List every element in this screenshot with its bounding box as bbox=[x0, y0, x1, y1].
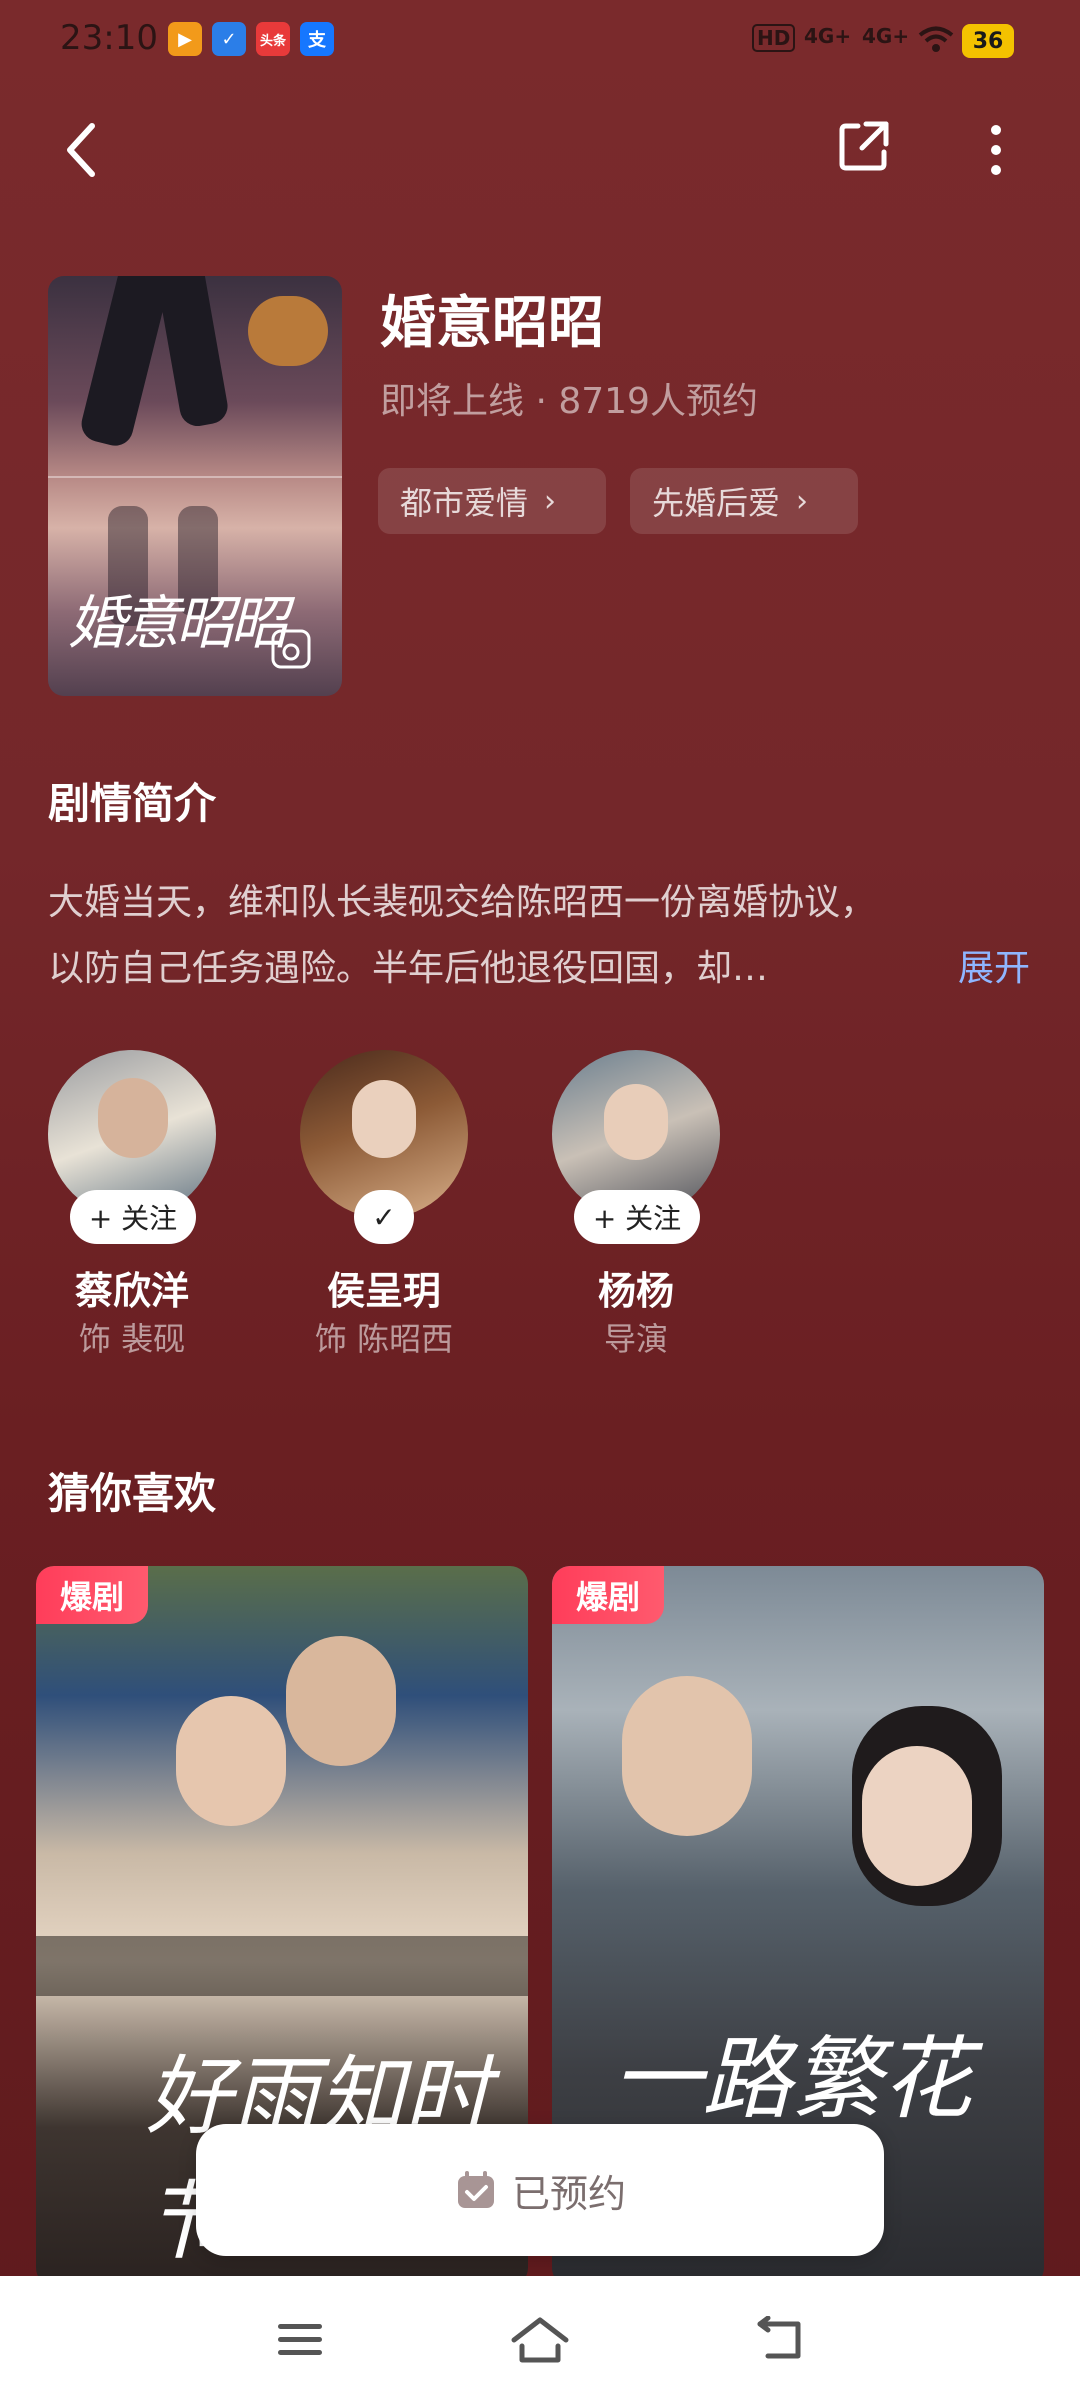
chevron-right-icon: › bbox=[544, 483, 557, 519]
cast-name: 蔡欣洋 bbox=[74, 1269, 189, 1313]
signal-icon: 4G+ bbox=[804, 24, 852, 48]
synopsis-text[interactable]: 大婚当天，维和队长裴砚交给陈昭西一份离婚协议， 以防自己任务遇险。半年后他退役回… bbox=[48, 870, 1030, 1002]
hd-icon: HD bbox=[752, 24, 796, 52]
hot-badge: 爆剧 bbox=[552, 1566, 664, 1624]
signal-icon: 4G+ bbox=[862, 24, 910, 48]
tag-urban-romance[interactable]: 都市爱情 › bbox=[378, 468, 606, 534]
menu-icon[interactable] bbox=[276, 2320, 324, 2360]
tag-marriage-first[interactable]: 先婚后爱 › bbox=[630, 468, 858, 534]
tag-label: 先婚后爱 bbox=[652, 484, 781, 522]
cast-role: 饰 裴砚 bbox=[78, 1320, 186, 1358]
followed-check-button[interactable]: ✓ bbox=[354, 1190, 414, 1244]
system-nav-bar bbox=[0, 2276, 1080, 2400]
app-notification-icon: ▶ bbox=[168, 22, 202, 56]
back-nav-icon[interactable] bbox=[754, 2316, 806, 2362]
recommend-heading: 猜你喜欢 bbox=[48, 1469, 217, 1518]
home-icon[interactable] bbox=[510, 2316, 570, 2364]
back-icon[interactable] bbox=[56, 118, 108, 182]
reserved-label: 已预约 bbox=[511, 2171, 626, 2216]
app-notification-icon: 支 bbox=[300, 22, 334, 56]
app-notification-icon: ✓ bbox=[212, 22, 246, 56]
chevron-right-icon: › bbox=[796, 483, 809, 519]
reserved-button[interactable]: 已预约 bbox=[196, 2124, 884, 2256]
more-icon[interactable] bbox=[984, 120, 1008, 180]
cast-role: 饰 陈昭西 bbox=[314, 1320, 454, 1358]
cast-member[interactable]: + 关注 蔡欣洋 饰 裴砚 bbox=[48, 1050, 216, 1358]
poster-logo-icon bbox=[271, 629, 311, 669]
cast-role: 导演 bbox=[603, 1320, 668, 1358]
hot-badge: 爆剧 bbox=[36, 1566, 148, 1624]
battery-icon: 36 bbox=[962, 24, 1014, 58]
card-poster-title: 一路繁花 bbox=[612, 2027, 972, 2132]
drama-title: 婚意昭昭 bbox=[380, 291, 604, 356]
cast-name: 侯呈玥 bbox=[326, 1269, 441, 1313]
drama-poster[interactable]: 婚意昭昭 bbox=[48, 276, 342, 696]
cast-name: 杨杨 bbox=[597, 1269, 674, 1313]
follow-button[interactable]: + 关注 bbox=[574, 1190, 700, 1244]
cast-member[interactable]: ✓ 侯呈玥 饰 陈昭西 bbox=[300, 1050, 468, 1358]
synopsis-heading: 剧情简介 bbox=[48, 779, 217, 828]
tag-label: 都市爱情 bbox=[400, 484, 529, 522]
expand-link[interactable]: 展开 bbox=[958, 936, 1030, 1002]
synopsis-line: 大婚当天，维和队长裴砚交给陈昭西一份离婚协议， bbox=[48, 882, 877, 923]
wifi-icon bbox=[918, 26, 954, 52]
share-icon[interactable] bbox=[836, 118, 892, 174]
cast-member[interactable]: + 关注 杨杨 导演 bbox=[552, 1050, 720, 1358]
status-time: 23:10 bbox=[60, 18, 158, 58]
follow-button[interactable]: + 关注 bbox=[70, 1190, 196, 1244]
calendar-check-icon bbox=[457, 2171, 494, 2208]
app-notification-icon: 头条 bbox=[256, 22, 290, 56]
synopsis-line: 以防自己任务遇险。半年后他退役回国，却… 展开 bbox=[48, 936, 1030, 1002]
drama-subtitle: 即将上线 · 8719人预约 bbox=[380, 381, 758, 422]
poster-title: 婚意昭昭 bbox=[68, 589, 288, 657]
